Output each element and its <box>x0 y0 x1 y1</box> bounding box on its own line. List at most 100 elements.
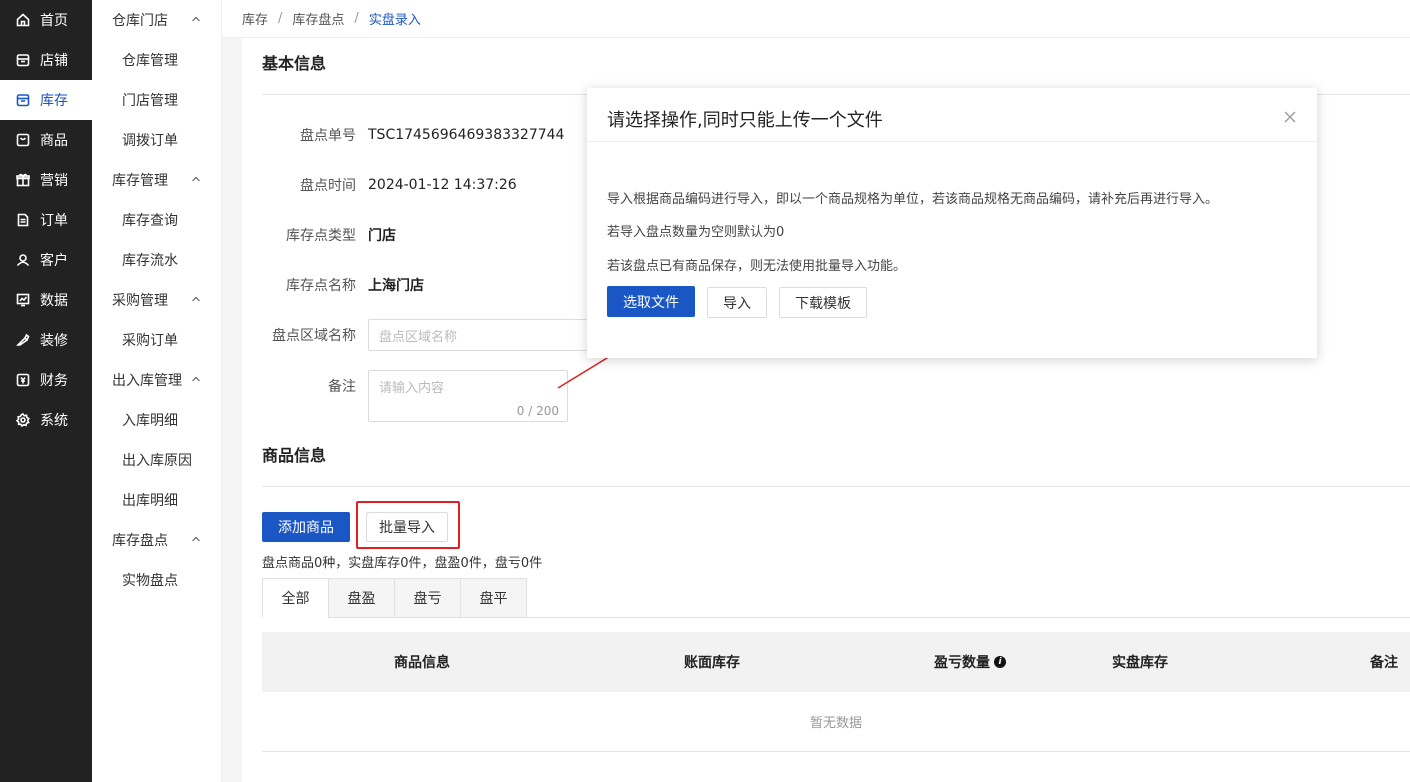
dialog-divider <box>587 141 1317 142</box>
chart-icon <box>16 293 30 307</box>
chevron-up-icon <box>192 176 200 182</box>
field-label: 盘点时间 <box>300 178 356 194</box>
nav-label: 数据 <box>40 293 68 309</box>
dialog-title: 请选择操作,同时只能上传一个文件 <box>607 110 883 131</box>
stocktake-no-value: TSC1745696469383327744 <box>368 127 565 143</box>
dialog-instruction: 若导入盘点数量为空则默认为0 <box>607 225 785 240</box>
area-name-input[interactable]: 盘点区域名称 <box>368 319 588 351</box>
submenu-item[interactable]: 调拨订单 <box>92 120 221 160</box>
sub-menu: 仓库门店 仓库管理 门店管理 调拨订单 库存管理 库存查询 库存流水 采购管理 … <box>92 0 222 782</box>
nav-item-store[interactable]: 店铺 <box>0 40 92 80</box>
location-name-value: 上海门店 <box>368 278 424 294</box>
order-icon <box>16 213 30 227</box>
nav-item-finance[interactable]: 财务 <box>0 360 92 400</box>
chevron-up-icon <box>192 376 200 382</box>
column-header-book-stock: 账面库存 <box>684 655 740 671</box>
submenu-group-stock[interactable]: 库存管理 <box>92 160 221 200</box>
submenu-item[interactable]: 入库明细 <box>92 400 221 440</box>
dialog-instruction: 导入根据商品编码进行导入，即以一个商品规格为单位，若该商品规格无商品编码，请补充… <box>607 192 1219 207</box>
info-icon[interactable]: i <box>994 656 1006 668</box>
import-button[interactable]: 导入 <box>707 287 767 318</box>
column-header-actual-stock: 实盘库存 <box>1112 655 1168 671</box>
submenu-item[interactable]: 出入库原因 <box>92 440 221 480</box>
form-row-no: 盘点单号 TSC1745696469383327744 <box>262 124 564 146</box>
submenu-group-warehouse[interactable]: 仓库门店 <box>92 0 221 40</box>
choose-file-button[interactable]: 选取文件 <box>607 286 695 317</box>
nav-item-decorate[interactable]: 装修 <box>0 320 92 360</box>
form-row-remark: 备注 请输入内容 0 / 200 <box>262 370 568 422</box>
nav-item-home[interactable]: 首页 <box>0 0 92 40</box>
submenu-item[interactable]: 出库明细 <box>92 480 221 520</box>
breadcrumb-item[interactable]: 库存盘点 <box>292 9 344 28</box>
column-header-diff-label: 盈亏数量 <box>934 655 990 671</box>
nav-item-marketing[interactable]: 营销 <box>0 160 92 200</box>
submenu-item[interactable]: 仓库管理 <box>92 40 221 80</box>
submenu-group-purchase[interactable]: 采购管理 <box>92 280 221 320</box>
submenu-group-stocktake[interactable]: 库存盘点 <box>92 520 221 560</box>
tab-all[interactable]: 全部 <box>262 578 329 618</box>
section-title-goods: 商品信息 <box>262 446 327 465</box>
submenu-item[interactable]: 库存查询 <box>92 200 221 240</box>
nav-label: 首页 <box>40 13 68 29</box>
submenu-group-label: 仓库门店 <box>112 13 168 29</box>
submenu-group-label: 采购管理 <box>112 293 168 309</box>
nav-label: 库存 <box>40 93 68 109</box>
breadcrumb-item[interactable]: 库存 <box>242 9 268 28</box>
store-icon <box>16 53 30 67</box>
nav-label: 系统 <box>40 413 68 429</box>
customer-icon <box>16 253 30 267</box>
import-dialog: 请选择操作,同时只能上传一个文件 导入根据商品编码进行导入，即以一个商品规格为单… <box>587 88 1317 358</box>
main-nav: 首页 店铺 库存 商品 营销 订单 客户 数据 装修 财务 系统 <box>0 0 92 782</box>
nav-label: 装修 <box>40 333 68 349</box>
add-goods-button[interactable]: 添加商品 <box>262 512 350 542</box>
form-row-type: 库存点类型 门店 <box>262 224 396 246</box>
tab-bar: 全部 盘盈 盘亏 盘平 <box>262 578 527 618</box>
stocktake-summary: 盘点商品0种，实盘库存0件，盘盈0件，盘亏0件 <box>262 556 543 571</box>
section-title-basic: 基本信息 <box>262 54 327 73</box>
chevron-up-icon <box>192 16 200 22</box>
nav-item-customers[interactable]: 客户 <box>0 240 92 280</box>
submenu-group-label: 出入库管理 <box>112 373 182 389</box>
field-label: 库存点名称 <box>286 278 356 294</box>
nav-label: 客户 <box>40 253 68 269</box>
close-icon[interactable] <box>1283 110 1297 124</box>
gift-icon <box>16 173 30 187</box>
field-label: 库存点类型 <box>286 228 356 244</box>
tab-surplus[interactable]: 盘盈 <box>328 578 395 618</box>
home-icon <box>16 13 30 27</box>
submenu-item[interactable]: 采购订单 <box>92 320 221 360</box>
gear-icon <box>16 413 30 427</box>
highlight-box <box>356 501 460 549</box>
column-header-remark: 备注 <box>1370 655 1398 671</box>
submenu-group-inout[interactable]: 出入库管理 <box>92 360 221 400</box>
field-label: 盘点区域名称 <box>272 328 356 344</box>
tab-loss[interactable]: 盘亏 <box>394 578 461 618</box>
remark-textarea[interactable]: 请输入内容 0 / 200 <box>368 370 568 422</box>
location-type-value: 门店 <box>368 228 396 244</box>
char-counter: 0 / 200 <box>516 404 559 418</box>
form-row-area: 盘点区域名称 盘点区域名称 <box>262 319 588 351</box>
box-icon <box>16 93 30 107</box>
dialog-instruction: 若该盘点已有商品保存，则无法使用批量导入功能。 <box>607 259 907 274</box>
decorate-icon <box>16 333 30 347</box>
nav-item-data[interactable]: 数据 <box>0 280 92 320</box>
nav-label: 财务 <box>40 373 68 389</box>
tab-balanced[interactable]: 盘平 <box>460 578 527 618</box>
nav-item-orders[interactable]: 订单 <box>0 200 92 240</box>
submenu-item[interactable]: 库存流水 <box>92 240 221 280</box>
nav-label: 订单 <box>40 213 68 229</box>
field-label: 盘点单号 <box>300 128 356 144</box>
form-row-name: 库存点名称 上海门店 <box>262 274 424 296</box>
nav-item-goods[interactable]: 商品 <box>0 120 92 160</box>
download-template-button[interactable]: 下载模板 <box>779 287 867 318</box>
nav-label: 商品 <box>40 133 68 149</box>
submenu-item[interactable]: 门店管理 <box>92 80 221 120</box>
finance-icon <box>16 373 30 387</box>
submenu-group-label: 库存盘点 <box>112 533 168 549</box>
nav-item-inventory[interactable]: 库存 <box>0 80 92 120</box>
nav-item-system[interactable]: 系统 <box>0 400 92 440</box>
column-header-goods: 商品信息 <box>394 655 450 671</box>
nav-label: 营销 <box>40 173 68 189</box>
submenu-item[interactable]: 实物盘点 <box>92 560 221 600</box>
goods-icon <box>16 133 30 147</box>
